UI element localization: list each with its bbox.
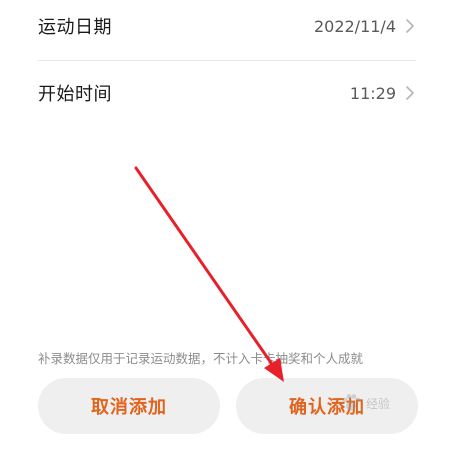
start-time-value: 11:29	[349, 83, 396, 103]
chevron-right-icon	[406, 86, 414, 100]
row-divider	[38, 60, 416, 61]
start-time-row[interactable]: 开始时间 11:29	[38, 67, 416, 119]
exercise-date-row[interactable]: 运动日期 2022/11/4	[38, 0, 416, 52]
cancel-add-button[interactable]: 取消添加	[38, 378, 220, 434]
watermark-text: 经验	[366, 396, 391, 411]
paw-icon	[342, 394, 361, 411]
confirm-add-button[interactable]: 确认添加	[236, 378, 418, 434]
exercise-date-value-group[interactable]: 2022/11/4	[314, 17, 416, 36]
add-record-screen: 运动日期 2022/11/4 开始时间 11:29 补录数据仅用于记录运动数据，…	[0, 0, 450, 450]
watermark: 经验	[340, 392, 390, 414]
exercise-date-label: 运动日期	[38, 17, 112, 38]
supplement-note: 补录数据仅用于记录运动数据，不计入卡卡抽奖和个人成就	[38, 351, 364, 366]
start-time-value-group[interactable]: 11:29	[350, 84, 416, 103]
exercise-date-value: 2022/11/4	[313, 16, 396, 36]
start-time-label: 开始时间	[38, 84, 112, 105]
chevron-right-icon	[406, 19, 414, 33]
